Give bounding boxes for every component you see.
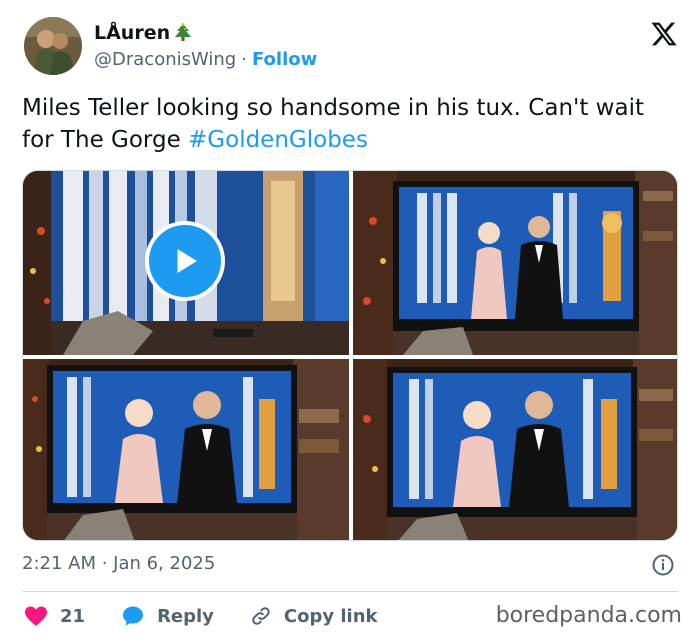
christmas-tree-icon (174, 23, 192, 43)
watermark-text: boredpanda.com (495, 603, 682, 628)
copy-link-button[interactable]: Copy link (250, 605, 378, 627)
separator-dot: · (241, 49, 247, 70)
reply-bubble-icon (123, 606, 144, 626)
media-image-4[interactable] (353, 359, 677, 540)
media-image-3[interactable] (23, 359, 349, 540)
info-icon[interactable] (652, 554, 674, 576)
media-video-thumbnail[interactable] (23, 171, 349, 355)
x-logo-icon[interactable] (650, 20, 678, 48)
reply-button[interactable]: Reply (121, 604, 214, 628)
media-grid (22, 170, 678, 541)
link-icon (252, 607, 270, 625)
copy-link-label: Copy link (283, 605, 378, 627)
play-button[interactable] (145, 221, 225, 301)
tweet-timestamp[interactable]: 2:21 AM · Jan 6, 2025 (22, 553, 215, 574)
like-button[interactable]: 21 (24, 605, 85, 627)
reply-label: Reply (157, 605, 214, 627)
heart-icon (25, 606, 47, 626)
tweet-text: Miles Teller looking so handsome in his … (22, 92, 682, 156)
media-image-2[interactable] (353, 171, 677, 355)
author-name-row: LÅuren (94, 22, 192, 44)
tweet-card: LÅuren @DraconisWing · Follow Miles Tell… (0, 0, 700, 642)
like-count: 21 (60, 605, 86, 627)
play-icon (177, 249, 197, 273)
author-display-name[interactable]: LÅuren (94, 22, 170, 44)
avatar[interactable] (24, 17, 82, 75)
action-bar: 21 Reply Copy link (24, 602, 414, 630)
follow-button[interactable]: Follow (252, 49, 317, 70)
divider (22, 591, 678, 592)
author-handle[interactable]: @DraconisWing (94, 49, 236, 70)
author-handle-row: @DraconisWing · Follow (94, 49, 317, 70)
hashtag-link[interactable]: #GoldenGlobes (188, 127, 368, 153)
